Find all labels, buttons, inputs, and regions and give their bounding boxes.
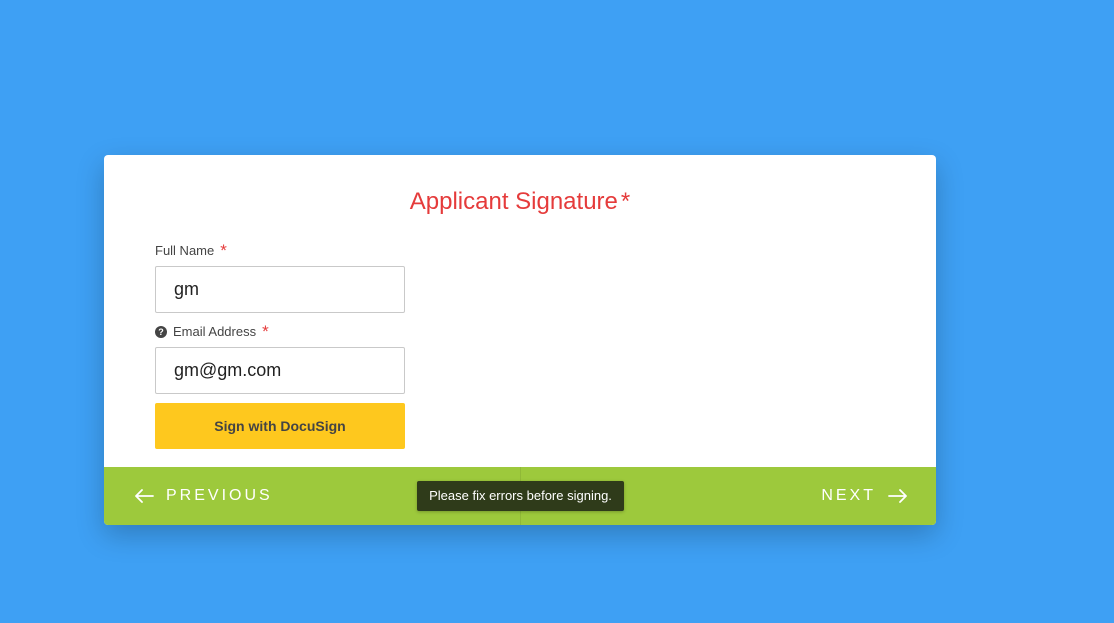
previous-button[interactable]: PREVIOUS xyxy=(134,467,273,525)
navigation-footer: PREVIOUS Please fix errors before signin… xyxy=(104,467,936,525)
page-title: Applicant Signature * xyxy=(104,187,936,217)
email-label-text: Email Address xyxy=(173,324,257,339)
email-input[interactable] xyxy=(155,347,405,394)
title-text: Applicant Signature xyxy=(409,188,618,215)
full-name-required-mark: * xyxy=(220,241,227,260)
arrow-left-icon xyxy=(135,489,154,503)
full-name-label: Full Name * xyxy=(155,241,227,260)
previous-label: PREVIOUS xyxy=(166,487,273,504)
email-label: ? Email Address * xyxy=(155,322,269,341)
full-name-label-text: Full Name xyxy=(155,243,215,258)
sign-with-docusign-button[interactable]: Sign with DocuSign xyxy=(155,403,405,449)
question-circle-icon[interactable]: ? xyxy=(155,326,167,338)
arrow-right-icon xyxy=(888,489,907,503)
error-tooltip: Please fix errors before signing. xyxy=(417,481,624,511)
signature-card: Applicant Signature* Full Name * ? Email… xyxy=(104,155,936,525)
email-required-mark: * xyxy=(262,322,269,341)
next-button[interactable]: NEXT xyxy=(821,467,908,525)
next-label: NEXT xyxy=(821,487,876,504)
title-required-mark: * xyxy=(620,188,631,215)
full-name-input[interactable] xyxy=(155,266,405,313)
